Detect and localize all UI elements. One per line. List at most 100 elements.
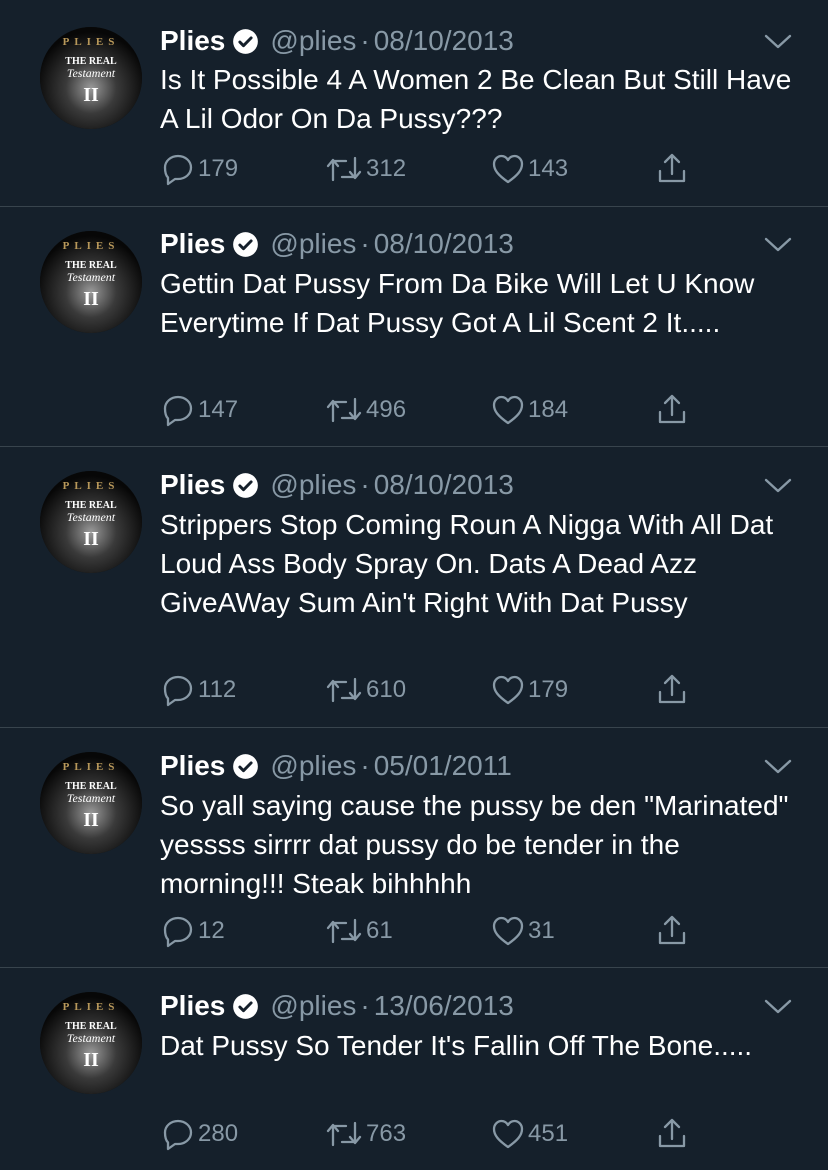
display-name[interactable]: Plies	[160, 225, 225, 263]
tweet[interactable]: PLIES THE REAL Testament II Plies @plies…	[0, 207, 828, 447]
chevron-down-icon[interactable]	[764, 999, 792, 1015]
heart-icon	[492, 916, 524, 946]
reply-button[interactable]: 179	[160, 149, 238, 189]
handle[interactable]: @plies	[270, 466, 356, 504]
tweet-date[interactable]: 05/01/2011	[374, 747, 512, 785]
reply-icon	[163, 1119, 193, 1151]
tweet-date[interactable]: 08/10/2013	[374, 22, 514, 60]
like-button[interactable]: 184	[490, 390, 568, 430]
handle[interactable]: @plies	[270, 225, 356, 263]
like-count: 179	[528, 676, 569, 703]
tweet[interactable]: PLIES THE REAL Testament II Plies @plies…	[0, 968, 828, 1170]
reply-icon	[163, 916, 193, 948]
reply-button[interactable]: 112	[160, 670, 236, 710]
reply-count: 112	[198, 676, 237, 703]
reply-button[interactable]: 280	[160, 1114, 238, 1154]
svg-text:Testament: Testament	[67, 1031, 116, 1045]
share-button[interactable]	[654, 1114, 690, 1154]
retweet-button[interactable]: 610	[324, 670, 406, 710]
svg-text:PLIES: PLIES	[63, 240, 120, 252]
display-name[interactable]: Plies	[160, 747, 225, 785]
tweet-text: Is It Possible 4 A Women 2 Be Clean But …	[160, 64, 792, 134]
avatar[interactable]: PLIES THE REAL Testament II	[40, 992, 142, 1094]
tweet-actions: 179 312 143	[160, 149, 700, 189]
like-button[interactable]: 143	[490, 149, 568, 189]
avatar[interactable]: PLIES THE REAL Testament II	[40, 471, 142, 573]
retweet-button[interactable]: 763	[324, 1114, 406, 1154]
share-button[interactable]	[654, 911, 690, 951]
retweet-icon	[326, 397, 362, 423]
retweet-count: 61	[366, 917, 393, 944]
tweet-date[interactable]: 08/10/2013	[374, 225, 514, 263]
avatar-image: PLIES THE REAL Testament II	[40, 992, 142, 1094]
heart-icon	[492, 675, 524, 705]
retweet-count: 610	[366, 676, 407, 703]
chevron-down-icon[interactable]	[764, 34, 792, 50]
handle[interactable]: @plies	[270, 987, 356, 1025]
reply-count: 280	[198, 1120, 239, 1147]
display-name[interactable]: Plies	[160, 466, 225, 504]
tweet-date[interactable]: 13/06/2013	[374, 987, 514, 1025]
share-icon	[658, 1118, 686, 1148]
handle[interactable]: @plies	[270, 747, 356, 785]
verified-badge-icon	[233, 28, 259, 54]
like-button[interactable]: 179	[490, 670, 568, 710]
retweet-count: 496	[366, 396, 407, 423]
tweet[interactable]: PLIES THE REAL Testament II Plies @plies…	[0, 447, 828, 728]
tweet-text: Strippers Stop Coming Roun A Nigga With …	[160, 509, 774, 618]
avatar-image: PLIES THE REAL Testament II	[40, 231, 142, 333]
chevron-down-icon[interactable]	[764, 759, 792, 775]
avatar[interactable]: PLIES THE REAL Testament II	[40, 27, 142, 129]
retweet-button[interactable]: 61	[324, 911, 393, 951]
verified-badge-icon	[233, 472, 259, 498]
like-count: 31	[528, 917, 555, 944]
heart-icon	[492, 395, 524, 425]
tweet-date[interactable]: 08/10/2013	[374, 466, 514, 504]
like-button[interactable]: 31	[490, 911, 555, 951]
tweet-text: Gettin Dat Pussy From Da Bike Will Let U…	[160, 268, 755, 338]
tweet[interactable]: PLIES THE REAL Testament II Plies @plies…	[0, 728, 828, 968]
share-button[interactable]	[654, 670, 690, 710]
svg-text:PLIES: PLIES	[63, 1001, 120, 1013]
share-button[interactable]	[654, 390, 690, 430]
chevron-down-icon[interactable]	[764, 478, 792, 494]
tweet-header: Plies @plies · 08/10/2013	[160, 466, 514, 504]
chevron-down-icon[interactable]	[764, 237, 792, 253]
avatar-image: PLIES THE REAL Testament II	[40, 471, 142, 573]
tweet-text: Dat Pussy So Tender It's Fallin Off The …	[160, 1030, 753, 1061]
svg-text:PLIES: PLIES	[63, 761, 120, 773]
display-name[interactable]: Plies	[160, 987, 225, 1025]
avatar-image: PLIES THE REAL Testament II	[40, 752, 142, 854]
handle[interactable]: @plies	[270, 22, 356, 60]
reply-button[interactable]: 147	[160, 390, 238, 430]
display-name[interactable]: Plies	[160, 22, 225, 60]
reply-icon	[163, 154, 193, 186]
heart-icon	[492, 1119, 524, 1149]
tweet-text: So yall saying cause the pussy be den "M…	[160, 790, 789, 899]
like-button[interactable]: 451	[490, 1114, 568, 1154]
tweet-actions: 112 610 179	[160, 670, 700, 710]
retweet-button[interactable]: 496	[324, 390, 406, 430]
verified-badge-icon	[233, 753, 259, 779]
verified-badge-icon	[233, 231, 259, 257]
tweet[interactable]: PLIES THE REAL Testament II Plies @plies…	[0, 0, 828, 207]
avatar[interactable]: PLIES THE REAL Testament II	[40, 231, 142, 333]
svg-text:II: II	[83, 809, 99, 831]
retweet-button[interactable]: 312	[324, 149, 406, 189]
svg-text:PLIES: PLIES	[63, 36, 120, 48]
separator: ·	[360, 750, 370, 781]
separator: ·	[360, 25, 370, 56]
share-button[interactable]	[654, 149, 690, 189]
avatar[interactable]: PLIES THE REAL Testament II	[40, 752, 142, 854]
reply-button[interactable]: 12	[160, 911, 225, 951]
like-count: 184	[528, 396, 569, 423]
reply-count: 179	[198, 155, 239, 182]
retweet-icon	[326, 156, 362, 182]
separator: ·	[360, 990, 370, 1021]
retweet-icon	[326, 1121, 362, 1147]
svg-text:II: II	[83, 528, 99, 550]
like-count: 143	[528, 155, 569, 182]
share-icon	[658, 153, 686, 183]
svg-text:II: II	[83, 288, 99, 310]
tweet-header: Plies @plies · 08/10/2013	[160, 225, 514, 263]
